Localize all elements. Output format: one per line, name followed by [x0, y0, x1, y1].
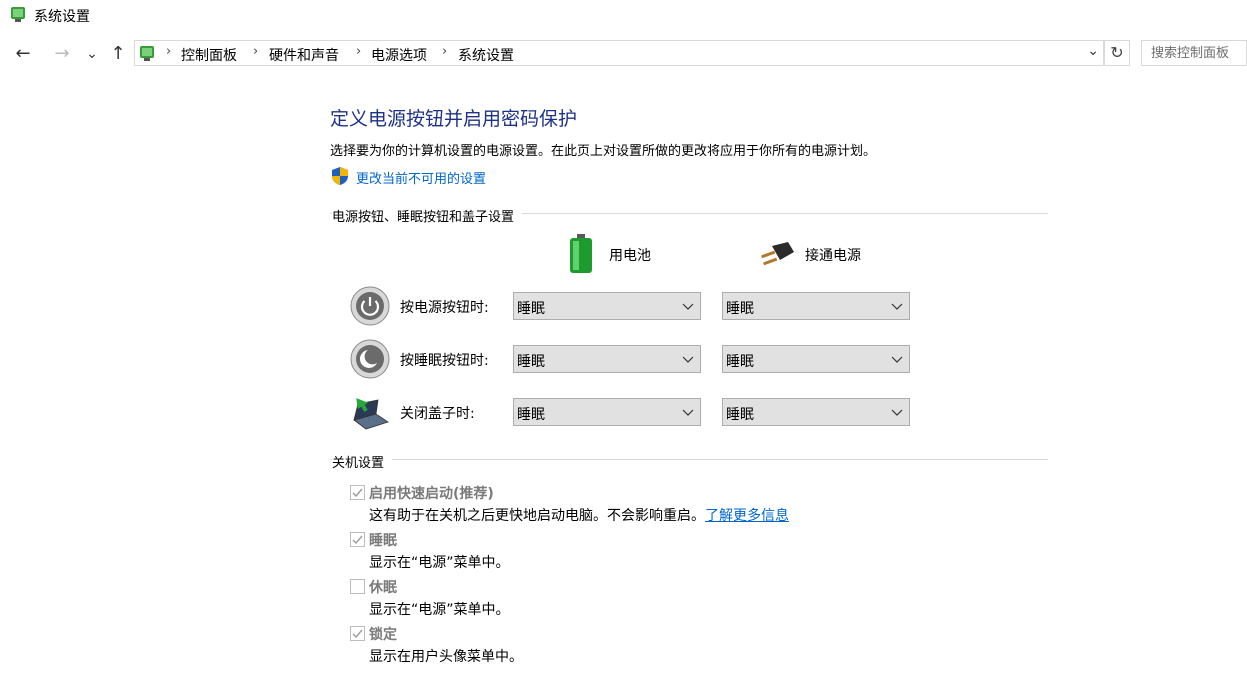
sleep-icon [350, 339, 390, 379]
battery-column-header: 用电池 [609, 248, 651, 264]
fast-startup-label: 启用快速启动(推荐) [369, 486, 494, 502]
fast-startup-checkbox[interactable] [350, 485, 365, 500]
hibernate-label: 休眠 [369, 580, 397, 596]
navigation-bar: ← → ⌄ ↑ › 控制面板 › 硬件和声音 › 电源选项 › 系统设置 ⌄ ↻ [0, 38, 1247, 70]
power-icon [350, 286, 390, 326]
breadcrumb-hardware-sound[interactable]: 硬件和声音 [269, 45, 339, 65]
lid-icon [353, 398, 389, 430]
change-link-label: 更改当前不可用的设置 [356, 172, 487, 187]
power-button-label: 按电源按钮时: [400, 300, 489, 316]
battery-icon [570, 234, 592, 273]
forward-button[interactable]: → [51, 42, 73, 66]
sleep-button-label: 按睡眠按钮时: [400, 353, 489, 369]
lock-label: 锁定 [369, 627, 397, 643]
control-panel-icon [140, 46, 154, 61]
check-icon [352, 535, 363, 545]
chevron-down-icon [891, 303, 903, 310]
close-lid-plugged-select[interactable]: 睡眠 [722, 398, 910, 426]
chevron-down-icon [891, 356, 903, 363]
address-dropdown-icon[interactable]: ⌄ [1087, 43, 1099, 59]
back-button[interactable]: ← [12, 42, 34, 66]
hibernate-checkbox[interactable] [350, 579, 365, 594]
sleep-button-plugged-select[interactable]: 睡眠 [722, 345, 910, 373]
recent-locations-button[interactable]: ⌄ [81, 42, 103, 66]
shutdown-group-title: 关机设置 [332, 452, 393, 471]
sleep-label: 睡眠 [369, 533, 397, 549]
breadcrumb-separator: › [253, 44, 259, 59]
address-bar[interactable]: › 控制面板 › 硬件和声音 › 电源选项 › 系统设置 ⌄ [134, 40, 1104, 66]
group-divider [330, 459, 1048, 460]
breadcrumb-separator: › [442, 44, 448, 59]
power-button-battery-select[interactable]: 睡眠 [513, 292, 701, 320]
breadcrumb-power-options[interactable]: 电源选项 [371, 45, 427, 65]
hibernate-description: 显示在“电源”菜单中。 [369, 602, 510, 618]
up-button[interactable]: ↑ [107, 42, 129, 66]
breadcrumb-control-panel[interactable]: 控制面板 [181, 45, 237, 65]
chevron-down-icon [682, 303, 694, 310]
window-title: 系统设置 [34, 9, 90, 25]
learn-more-link[interactable]: 了解更多信息 [705, 508, 789, 524]
fast-startup-description: 这有助于在关机之后更快地启动电脑。不会影响重启。了解更多信息 [369, 508, 789, 524]
sleep-checkbox[interactable] [350, 532, 365, 547]
check-icon [352, 629, 363, 639]
control-panel-icon [11, 7, 25, 22]
page-description: 选择要为你的计算机设置的电源设置。在此页上对设置所做的更改将应用于你所有的电源计… [330, 144, 877, 159]
search-input[interactable] [1141, 40, 1247, 66]
sleep-button-battery-select[interactable]: 睡眠 [513, 345, 701, 373]
breadcrumb-separator: › [356, 44, 362, 59]
plug-icon [761, 242, 794, 266]
breadcrumb-separator: › [166, 44, 172, 59]
sleep-description: 显示在“电源”菜单中。 [369, 555, 510, 571]
power-button-plugged-select[interactable]: 睡眠 [722, 292, 910, 320]
page-title: 定义电源按钮并启用密码保护 [330, 108, 578, 130]
plugged-in-column-header: 接通电源 [805, 248, 861, 264]
lock-description: 显示在用户头像菜单中。 [369, 649, 523, 665]
breadcrumb-system-settings[interactable]: 系统设置 [458, 45, 514, 65]
chevron-down-icon [682, 409, 694, 416]
close-lid-battery-select[interactable]: 睡眠 [513, 398, 701, 426]
power-buttons-group-title: 电源按钮、睡眠按钮和盖子设置 [332, 206, 523, 225]
close-lid-label: 关闭盖子时: [400, 406, 475, 422]
refresh-button[interactable]: ↻ [1104, 40, 1130, 66]
title-bar: 系统设置 [0, 0, 1247, 30]
chevron-down-icon [682, 356, 694, 363]
uac-shield-icon [332, 167, 348, 185]
chevron-down-icon [891, 409, 903, 416]
lock-checkbox[interactable] [350, 626, 365, 641]
check-icon [352, 488, 363, 498]
